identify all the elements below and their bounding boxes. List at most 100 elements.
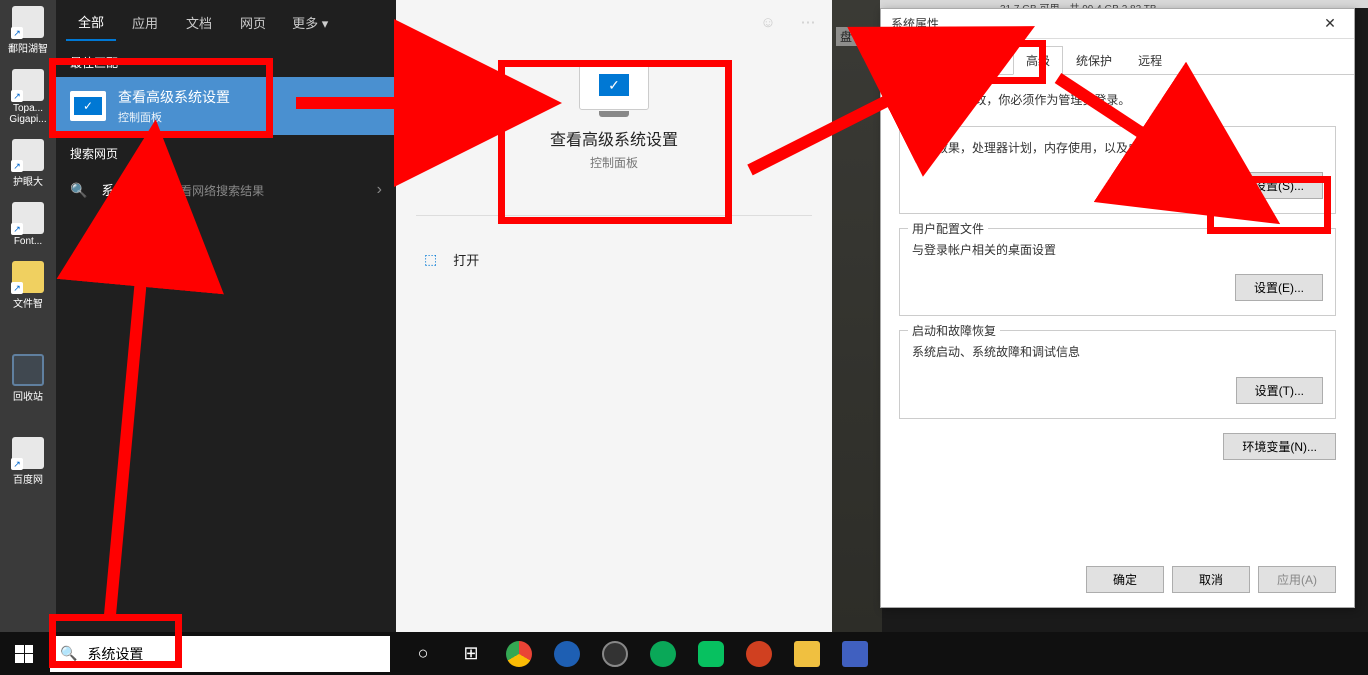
desktop-icon-recycle-bin[interactable]: 回收站 <box>0 350 56 413</box>
performance-desc: 视觉效果，处理器计划，内存使用，以及虚 <box>912 139 1323 158</box>
search-tab-more[interactable]: 更多 ▾ <box>282 5 338 40</box>
user-profile-settings-button[interactable]: 设置(E)... <box>1235 274 1323 301</box>
user-profile-fieldset: 用户配置文件 与登录帐户相关的桌面设置 设置(E)... <box>899 228 1336 316</box>
media-player-icon[interactable] <box>592 632 638 675</box>
file-icon: ↗ <box>12 6 44 38</box>
taskbar-pinned-apps: ○ ⊞ <box>400 632 878 675</box>
web-search-hint: - 查看网络搜索结果 <box>157 184 264 198</box>
search-results-column: 全部 应用 文档 网页 更多 ▾ ☺ ⋯ 最佳匹配 ✓ 查看高级系统设置 控制面… <box>56 0 396 632</box>
web-search-term: 系统设置 <box>101 183 153 198</box>
tab-hardware[interactable]: 硬件 <box>963 46 1013 75</box>
desktop-background-peek <box>832 0 882 632</box>
start-search-panel: 全部 应用 文档 网页 更多 ▾ ☺ ⋯ 最佳匹配 ✓ 查看高级系统设置 控制面… <box>56 0 832 632</box>
tab-computer-name[interactable]: 计算机名 <box>889 46 963 75</box>
search-icon: 🔍 <box>60 645 77 662</box>
detail-title: 查看高级系统设置 <box>416 126 812 150</box>
performance-fieldset: 性能 视觉效果，处理器计划，内存使用，以及虚 设置(S)... <box>899 126 1336 214</box>
search-filter-tabs: 全部 应用 文档 网页 更多 ▾ <box>56 0 396 44</box>
action-open-label: 打开 <box>453 250 479 269</box>
tab-advanced[interactable]: 高级 <box>1013 46 1063 75</box>
search-tab-apps[interactable]: 应用 <box>120 5 170 40</box>
app-icon[interactable] <box>640 632 686 675</box>
app-icon[interactable] <box>544 632 590 675</box>
search-tab-all[interactable]: 全部 <box>66 4 116 41</box>
desktop-icon[interactable]: ↗ Font... <box>0 198 56 257</box>
admin-note: 要 行大多数更改，你必须作为管理员登录。 <box>899 91 1336 108</box>
more-label: 更多 <box>292 16 318 31</box>
search-tab-docs[interactable]: 文档 <box>174 5 224 40</box>
cancel-button[interactable]: 取消 <box>1172 566 1250 593</box>
best-match-subtitle: 控制面板 <box>118 109 230 125</box>
chrome-icon[interactable] <box>496 632 542 675</box>
recycle-bin-icon <box>12 354 44 386</box>
user-profile-legend: 用户配置文件 <box>908 220 988 237</box>
cortana-icon[interactable]: ○ <box>400 632 446 675</box>
app-icon[interactable] <box>832 632 878 675</box>
sysprops-tabs: 计算机名 硬件 高级 统保护 远程 <box>881 39 1354 75</box>
desktop-icon[interactable]: ↗ 鄱阳湖智 <box>0 2 56 65</box>
performance-settings-button[interactable]: 设置(S)... <box>1235 172 1323 199</box>
desktop-icon-label: Font... <box>14 236 42 247</box>
close-button[interactable]: ✕ <box>1310 11 1350 37</box>
startup-recovery-fieldset: 启动和故障恢复 系统启动、系统故障和调试信息 设置(T)... <box>899 330 1336 418</box>
section-best-match-title: 最佳匹配 <box>56 44 396 77</box>
start-button[interactable] <box>0 632 48 675</box>
feedback-icon[interactable]: ☺ <box>754 8 782 36</box>
dialog-titlebar[interactable]: 系统属性 ✕ <box>881 9 1354 39</box>
detail-icon: ✓ <box>579 60 649 110</box>
desktop-icon-label: 文件智 <box>13 295 43 310</box>
file-icon: ↗ <box>12 139 44 171</box>
folder-icon: ↗ <box>12 261 44 293</box>
explorer-top-strip: 31.7 GB 可用，共 99.4 GB 2.82 TB <box>880 0 1368 8</box>
best-match-text: 查看高级系统设置 控制面板 <box>118 87 230 125</box>
action-open[interactable]: ⬚ 打开 <box>396 240 832 279</box>
best-match-result[interactable]: ✓ 查看高级系统设置 控制面板 <box>56 77 396 135</box>
tab-system-protection[interactable]: 统保护 <box>1063 46 1125 75</box>
desktop-icon-label: Gigapi... <box>9 114 46 125</box>
open-icon: ⬚ <box>424 251 437 268</box>
search-header-actions: ☺ ⋯ <box>754 8 822 36</box>
file-icon: ↗ <box>12 202 44 234</box>
file-explorer-icon[interactable] <box>784 632 830 675</box>
search-detail-pane: ✓ 查看高级系统设置 控制面板 ⬚ 打开 <box>396 0 832 632</box>
sysprops-body: 要 行大多数更改，你必须作为管理员登录。 性能 视觉效果，处理器计划，内存使用，… <box>881 75 1354 476</box>
tab-remote[interactable]: 远程 <box>1125 46 1175 75</box>
app-icon[interactable] <box>736 632 782 675</box>
startup-recovery-settings-button[interactable]: 设置(T)... <box>1236 377 1323 404</box>
web-search-result[interactable]: 🔍 系统设置 - 查看网络搜索结果 › <box>56 168 396 212</box>
dialog-title: 系统属性 <box>891 15 939 32</box>
chevron-right-icon: › <box>377 181 382 199</box>
desktop-icon[interactable]: ↗ 百度网 <box>0 433 56 496</box>
ok-button[interactable]: 确定 <box>1086 566 1164 593</box>
startup-recovery-desc: 系统启动、系统故障和调试信息 <box>912 343 1323 362</box>
environment-variables-button[interactable]: 环境变量(N)... <box>1223 433 1336 460</box>
search-tab-web[interactable]: 网页 <box>228 5 278 40</box>
desktop-icon[interactable]: ↗ 文件智 <box>0 257 56 320</box>
taskbar-search-box[interactable]: 🔍 <box>50 636 390 672</box>
performance-legend: 性能 <box>908 118 940 135</box>
more-options-icon[interactable]: ⋯ <box>794 8 822 36</box>
desktop-icon-label: 护眼大 <box>13 173 43 188</box>
desktop: ↗ 鄱阳湖智 ↗ Topa... Gigapi... ↗ 护眼大 ↗ Font.… <box>0 0 56 632</box>
divider <box>416 215 812 216</box>
search-icon: 🔍 <box>70 182 87 199</box>
desktop-icon-label: 百度网 <box>13 471 43 486</box>
wechat-icon[interactable] <box>688 632 734 675</box>
taskbar-search-input[interactable] <box>87 646 380 662</box>
drive-label: 盘 (E:) <box>836 27 879 46</box>
apply-button[interactable]: 应用(A) <box>1258 566 1336 593</box>
file-icon: ↗ <box>12 69 44 101</box>
windows-logo-icon <box>15 645 33 663</box>
file-icon: ↗ <box>12 437 44 469</box>
desktop-icon-label: Topa... <box>13 103 43 114</box>
taskbar: 🔍 ○ ⊞ <box>0 632 1368 675</box>
desktop-icon[interactable]: ↗ Topa... Gigapi... <box>0 65 56 135</box>
system-properties-dialog: 系统属性 ✕ 计算机名 硬件 高级 统保护 远程 要 行大多数更改，你必须作为管… <box>880 8 1355 608</box>
best-match-title: 查看高级系统设置 <box>118 87 230 107</box>
task-view-icon[interactable]: ⊞ <box>448 632 494 675</box>
desktop-icon-label: 鄱阳湖智 <box>8 40 48 55</box>
dialog-footer: 确定 取消 应用(A) <box>1086 566 1336 593</box>
system-settings-icon: ✓ <box>70 91 106 121</box>
desktop-icon[interactable]: ↗ 护眼大 <box>0 135 56 198</box>
detail-subtitle: 控制面板 <box>416 154 812 171</box>
